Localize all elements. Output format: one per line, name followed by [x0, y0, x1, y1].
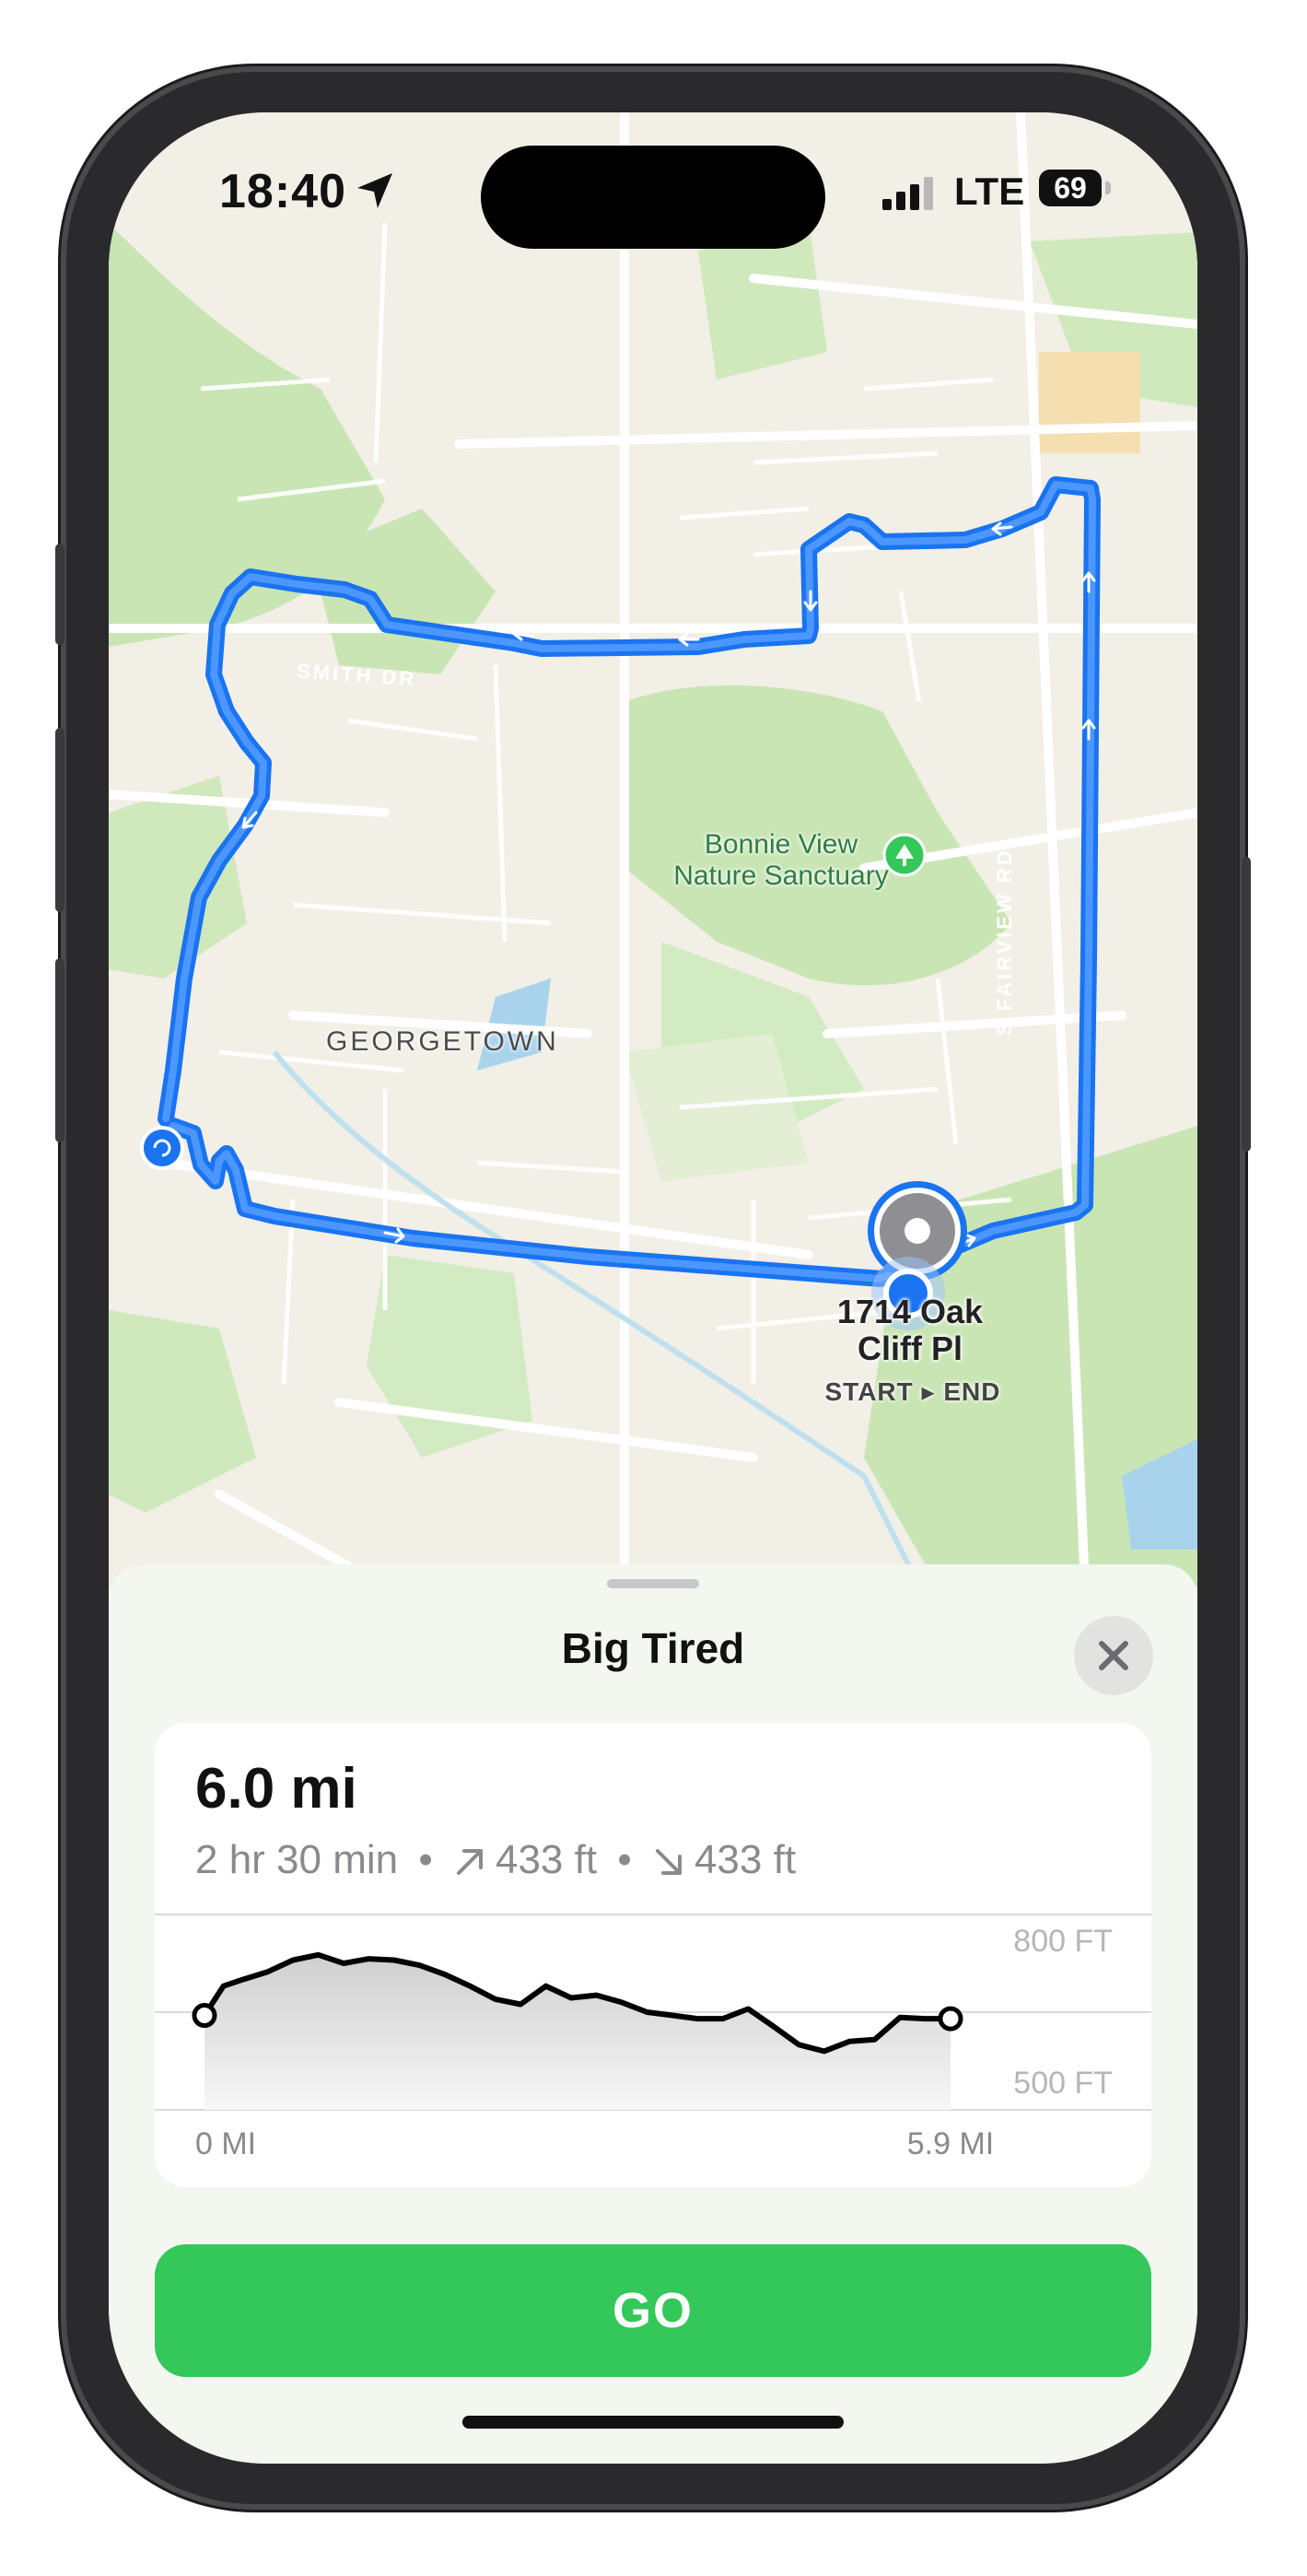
route-distance: 6.0 mi [195, 1757, 357, 1821]
battery-cap [1105, 181, 1111, 194]
sheet-grabber[interactable] [607, 1579, 699, 1588]
route-sheet: Big Tired 6.0 mi 2 hr 30 min • 433 ft • … [109, 1564, 1197, 2464]
route-duration: 2 hr 30 min [195, 1837, 399, 1882]
x-label-start: 0 MI [195, 2126, 256, 2161]
status-bar: 18:40 LTE 69 [109, 112, 1197, 260]
neighborhood-label: GEORGETOWN [326, 1026, 559, 1057]
route-stats: 2 hr 30 min • 433 ft • 433 ft [195, 1837, 796, 1883]
arrow-down-right-icon [655, 1849, 682, 1876]
side-button-left [55, 544, 64, 645]
location-arrow-icon [357, 173, 392, 208]
pin-address-line1: 1714 Oak [836, 1293, 984, 1330]
street-label-s-fairview-rd: S FAIRVIEW RD [993, 848, 1016, 1036]
y-label-bottom: 500 FT [1013, 2066, 1113, 2101]
y-label-top: 800 FT [1013, 1924, 1113, 1959]
power-button [1242, 857, 1251, 1152]
screen: SMITH DR S FAIRVIEW RD Bonnie View Natur… [109, 112, 1197, 2464]
close-x-icon [1099, 1641, 1128, 1670]
elevation-chart: 800 FT 500 FT 0 MI 5.9 MI [155, 1914, 1151, 2161]
route-descent: 433 ft [694, 1837, 797, 1882]
route-summary-card: 6.0 mi 2 hr 30 min • 433 ft • 433 ft 800… [155, 1723, 1151, 2187]
cellular-signal-icon [882, 177, 933, 210]
close-button[interactable] [1074, 1616, 1153, 1695]
route-ascent: 433 ft [495, 1837, 598, 1882]
stats-separator: • [418, 1837, 433, 1882]
dynamic-island [481, 146, 825, 249]
volume-up-button [55, 728, 64, 912]
go-button[interactable]: GO [155, 2244, 1151, 2377]
home-indicator[interactable] [462, 2416, 844, 2429]
battery-indicator: 69 [1039, 170, 1113, 206]
park-name-line2: Nature Sanctuary [673, 861, 889, 891]
network-type: LTE [954, 170, 1025, 213]
pin-subtitle: START ▸ END [824, 1377, 1001, 1406]
stats-separator-2: • [617, 1837, 632, 1882]
park-label[interactable]: Bonnie View Nature Sanctuary [624, 829, 938, 892]
elevation-end-point [938, 2006, 963, 2032]
arrow-up-right-icon [456, 1849, 483, 1876]
elevation-area [204, 1954, 951, 2110]
route-title: Big Tired [561, 1624, 745, 1672]
x-label-end: 5.9 MI [907, 2126, 994, 2161]
status-time: 18:40 [219, 165, 346, 218]
volume-down-button [55, 958, 64, 1142]
pin-address-line2: Cliff Pl [858, 1329, 963, 1367]
start-pin-label[interactable]: 1714 Oak Cliff Pl [799, 1294, 1021, 1367]
park-name-line1: Bonnie View [704, 829, 858, 860]
elevation-start-point [192, 2003, 217, 2029]
battery-level: 69 [1039, 170, 1102, 206]
